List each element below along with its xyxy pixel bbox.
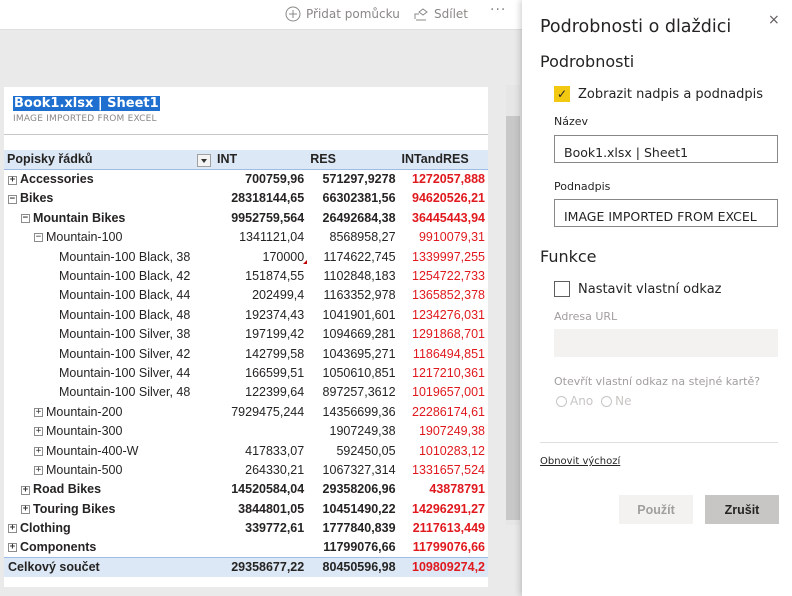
subtitle-label: Podnadpis [554, 180, 611, 193]
dashboard-tile[interactable]: Book1.xlsx | Sheet1 IMAGE IMPORTED FROM … [4, 87, 488, 587]
expand-icon[interactable]: + [8, 543, 17, 553]
tile-details-pane: Podrobnosti o dlaždici × Podrobnosti ✓ Z… [522, 0, 792, 596]
expand-icon[interactable]: + [21, 504, 30, 514]
expand-icon[interactable]: + [21, 485, 30, 495]
share-label: Sdílet [434, 7, 468, 21]
more-options-button[interactable]: ··· [490, 2, 506, 18]
reset-defaults-link[interactable]: Obnovit výchozí [540, 456, 620, 467]
table-row: − Bikes 28318144,65 66302381,56 94620526,21 [8, 191, 485, 206]
expand-icon[interactable]: + [8, 175, 17, 185]
table-row: Mountain-100 Black, 42 151874,55 1102848,… [59, 269, 485, 284]
plus-circle-icon [285, 6, 301, 22]
apply-button[interactable]: Použít [619, 495, 693, 524]
same-tab-question: Otevřít vlastní odkaz na stejné kartě? [554, 375, 761, 388]
pivot-header-row: Popisky řádků INT RES INTandRES [4, 150, 488, 170]
custom-link-label: Nastavit vlastní odkaz [578, 281, 722, 297]
custom-link-checkbox-row[interactable]: Nastavit vlastní odkaz [554, 281, 721, 297]
add-widget-button[interactable]: Přidat pomůcku [285, 5, 400, 23]
pane-title: Podrobnosti o dlaždici [540, 17, 732, 37]
table-row: + Accessories 700759,96 571297,9278 1272057… [8, 172, 485, 187]
tile-title: Book1.xlsx | Sheet1 [13, 96, 160, 111]
table-row: + Clothing 339772,61 1777840,839 2117613,44… [8, 521, 485, 536]
details-heading: Podrobnosti [540, 52, 635, 71]
table-row: + Road Bikes 14520584,04 29358206,96 438787… [21, 482, 485, 497]
show-title-label: Zobrazit nadpis a podnadpis [578, 86, 763, 102]
header-intandres: INTandRES [398, 150, 488, 170]
table-row: + Mountain-500 264330,21 1067327,314 133165… [34, 462, 485, 477]
table-row: + Mountain-300 1907249,38 1907249,38 [34, 424, 485, 439]
url-label: Adresa URL [554, 310, 618, 323]
table-row: Mountain-100 Silver, 38 197199,42 1094669… [59, 327, 485, 342]
collapse-icon[interactable]: − [21, 214, 30, 224]
pivot-table: Popisky řádků INT RES INTandRES + Accesso… [4, 150, 488, 577]
custom-link-checkbox[interactable] [554, 281, 570, 297]
show-title-checkbox[interactable]: ✓ [554, 86, 570, 102]
header-row-labels: Popisky řádků [4, 150, 214, 170]
table-row: Mountain-100 Silver, 44 166599,51 1050610… [59, 365, 485, 380]
table-row: − Mountain-100 1341121,04 8568958,27 991007… [34, 230, 485, 245]
functions-heading: Funkce [540, 247, 597, 266]
name-label: Název [554, 115, 589, 128]
same-tab-radio-group: Ano Ne [556, 394, 632, 408]
table-row: + Touring Bikes 3844801,05 10451490,22 1429… [21, 501, 485, 516]
close-icon[interactable]: × [768, 12, 780, 28]
table-row: + Mountain-400-W 417833,07 592450,05 101028… [34, 443, 485, 458]
radio-circle-icon [601, 395, 613, 407]
subtitle-field[interactable]: IMAGE IMPORTED FROM EXCEL [554, 199, 778, 227]
cancel-button[interactable]: Zrušit [705, 495, 779, 524]
table-row: Mountain-100 Silver, 42 142799,58 1043695… [59, 346, 485, 361]
top-toolbar: Přidat pomůcku Sdílet ··· [0, 0, 522, 30]
table-row: Mountain-100 Black, 48 192374,43 1041901,… [59, 307, 485, 322]
tile-subtitle: IMAGE IMPORTED FROM EXCEL [13, 114, 157, 124]
grand-total-row: Celkový součet 29358677,22 80450596,98 109… [4, 556, 488, 577]
table-row: Mountain-100 Black, 44 202499,4 1163352,9… [59, 288, 485, 303]
name-field[interactable]: Book1.xlsx | Sheet1 [554, 135, 778, 163]
header-res: RES [307, 150, 399, 170]
expand-icon[interactable]: + [34, 466, 43, 476]
pane-divider [540, 442, 778, 443]
radio-yes[interactable]: Ano [556, 394, 593, 408]
expand-icon[interactable]: + [34, 427, 43, 437]
table-row: Mountain-100 Black, 38 170000 1174622,745… [4, 247, 488, 266]
show-title-checkbox-row[interactable]: ✓ Zobrazit nadpis a podnadpis [554, 86, 763, 102]
expand-icon[interactable]: + [34, 407, 43, 417]
collapse-icon[interactable]: − [34, 233, 43, 243]
table-row: + Components 11799076,66 11799076,66 [8, 540, 485, 555]
canvas-scrollbar-thumb[interactable] [506, 116, 520, 520]
table-row: Mountain-100 Silver, 48 122399,64 897257,… [59, 385, 485, 400]
checkmark-icon: ✓ [556, 87, 568, 101]
share-button[interactable]: Sdílet [413, 5, 468, 23]
expand-icon[interactable]: + [8, 524, 17, 534]
radio-circle-icon [556, 395, 567, 407]
url-field[interactable] [554, 329, 778, 357]
table-row: − Mountain Bikes 9952759,564 26492684,38 36… [21, 210, 485, 225]
filter-dropdown-icon[interactable] [197, 153, 211, 167]
collapse-icon[interactable]: − [8, 194, 17, 204]
expand-icon[interactable]: + [34, 446, 43, 456]
share-icon [414, 8, 428, 21]
radio-no[interactable]: Ne [601, 394, 632, 408]
table-row: + Mountain-200 7929475,244 14356699,36 2228… [34, 404, 485, 419]
add-widget-label: Přidat pomůcku [306, 7, 400, 21]
tile-divider [4, 134, 488, 135]
header-int: INT [214, 150, 308, 170]
